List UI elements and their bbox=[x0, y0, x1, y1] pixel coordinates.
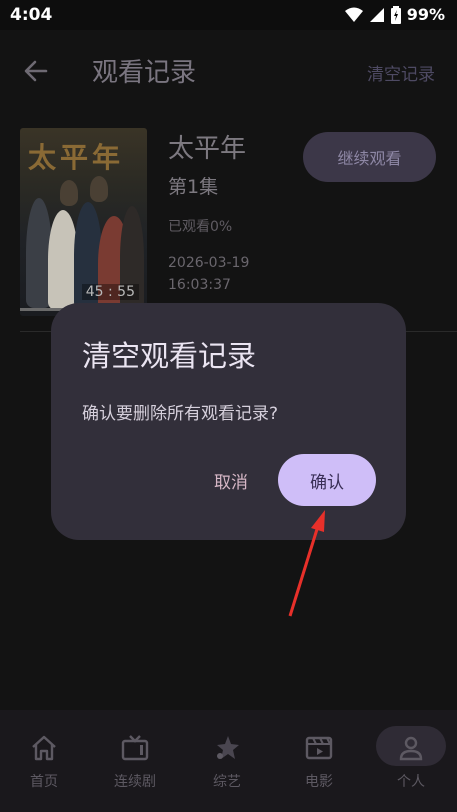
nav-item-home[interactable]: 首页 bbox=[0, 710, 88, 812]
cancel-button[interactable]: 取消 bbox=[201, 454, 261, 506]
person-icon bbox=[393, 730, 429, 766]
confirm-button[interactable]: 确认 bbox=[278, 454, 376, 506]
signal-icon bbox=[369, 7, 384, 22]
film-icon bbox=[301, 730, 337, 766]
nav-item-movies[interactable]: 电影 bbox=[275, 710, 363, 812]
nav-label-movies: 电影 bbox=[305, 774, 333, 790]
star-icon bbox=[209, 730, 245, 766]
nav-item-series[interactable]: 连续剧 bbox=[91, 710, 179, 812]
nav-label-series: 连续剧 bbox=[114, 774, 156, 790]
nav-label-profile: 个人 bbox=[397, 774, 425, 790]
status-icons: 99% bbox=[344, 5, 445, 24]
wifi-icon bbox=[344, 7, 363, 22]
dialog-title: 清空观看记录 bbox=[82, 339, 257, 373]
nav-label-variety: 综艺 bbox=[213, 774, 241, 790]
home-icon bbox=[26, 730, 62, 766]
status-time: 4:04 bbox=[10, 5, 53, 25]
nav-item-variety[interactable]: 综艺 bbox=[183, 710, 271, 812]
bottom-navigation: 首页 连续剧 综艺 电影 个人 bbox=[0, 710, 457, 812]
status-bar: 4:04 99% bbox=[0, 0, 457, 30]
nav-item-profile[interactable]: 个人 bbox=[367, 710, 455, 812]
tv-icon bbox=[117, 730, 153, 766]
dialog-message: 确认要删除所有观看记录? bbox=[82, 404, 279, 424]
nav-label-home: 首页 bbox=[30, 774, 58, 790]
battery-level: 99% bbox=[406, 5, 445, 24]
battery-icon bbox=[390, 5, 401, 24]
clear-history-dialog: 清空观看记录 确认要删除所有观看记录? 取消 确认 bbox=[51, 303, 406, 540]
